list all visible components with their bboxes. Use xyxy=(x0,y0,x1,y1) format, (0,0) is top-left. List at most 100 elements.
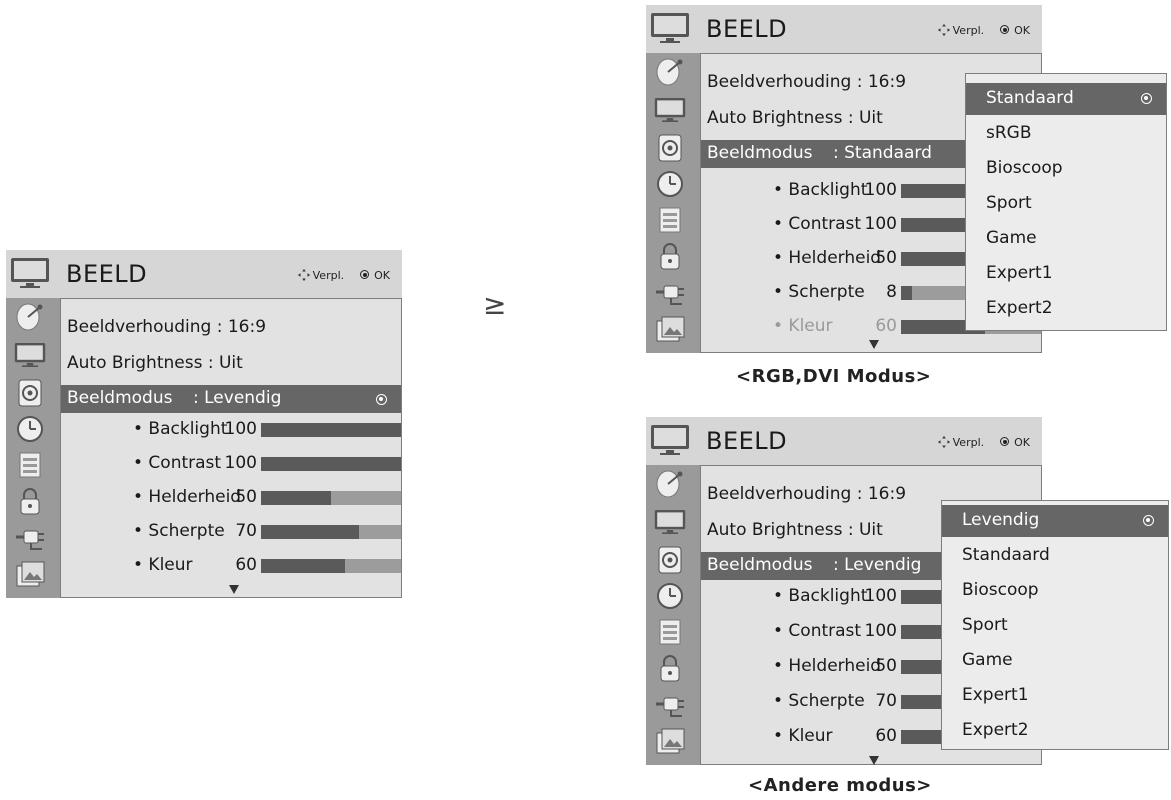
setting-row[interactable]: • Kleur 60 xyxy=(61,555,401,577)
auto-brightness-value: : Uit xyxy=(847,520,883,540)
lock-icon[interactable] xyxy=(654,241,686,271)
tv-picture-icon[interactable] xyxy=(654,95,686,125)
dropdown-option[interactable]: Sport xyxy=(966,188,1166,220)
setting-value: 60 xyxy=(875,316,897,336)
dropdown-option-label: Sport xyxy=(986,193,1032,213)
radio-icon xyxy=(376,394,387,405)
dropdown-option-label: Bioscoop xyxy=(962,580,1039,600)
dropdown-option[interactable]: Expert2 xyxy=(966,293,1166,325)
auto-brightness-item[interactable]: Auto Brightness : Uit xyxy=(707,108,883,128)
dropdown-option[interactable]: Expert1 xyxy=(966,258,1166,290)
dropdown-option[interactable]: Standaard xyxy=(942,540,1168,572)
aspect-ratio-item[interactable]: Beeldverhouding : 16:9 xyxy=(707,484,906,504)
tv-picture-icon xyxy=(650,11,690,45)
setting-row[interactable]: • Contrast 100 xyxy=(61,453,401,475)
audio-speaker-icon[interactable] xyxy=(14,378,46,408)
setting-level-bar[interactable] xyxy=(261,525,401,539)
option-box-icon[interactable] xyxy=(654,205,686,235)
aspect-ratio-item[interactable]: Beeldverhouding : 16:9 xyxy=(707,72,906,92)
setting-row[interactable]: • Helderheid 50 xyxy=(61,487,401,509)
setting-value: 100 xyxy=(864,586,897,606)
clock-icon[interactable] xyxy=(654,169,686,199)
setting-level-bar[interactable] xyxy=(261,491,401,505)
clock-icon[interactable] xyxy=(14,414,46,444)
dropdown-option-label: Expert2 xyxy=(962,720,1029,740)
tv-picture-icon[interactable] xyxy=(654,507,686,537)
scroll-down-arrow-icon[interactable] xyxy=(869,756,879,765)
dropdown-option-label: Expert1 xyxy=(986,263,1053,283)
ok-radio-icon xyxy=(359,270,369,279)
lock-icon[interactable] xyxy=(654,653,686,683)
auto-brightness-item[interactable]: Auto Brightness : Uit xyxy=(67,353,243,373)
setting-name: • Contrast xyxy=(773,214,862,234)
setting-value: 100 xyxy=(864,180,897,200)
tv-picture-icon xyxy=(10,256,50,290)
clock-icon[interactable] xyxy=(654,581,686,611)
dropdown-option[interactable]: Expert2 xyxy=(942,715,1168,747)
picture-mode-label: Beeldmodus xyxy=(707,555,813,575)
picture-mode-item[interactable]: Beeldmodus : Levendig xyxy=(61,385,401,413)
picture-mode-dropdown[interactable]: Standaard sRGB Bioscoop Sport Game Expert1 Exp… xyxy=(965,73,1167,331)
setting-level-fill xyxy=(261,423,401,437)
caption-rgb: <RGB,DVI Modus> xyxy=(736,366,932,387)
input-plug-icon[interactable] xyxy=(654,277,686,307)
audio-speaker-icon[interactable] xyxy=(654,133,686,163)
ok-radio-icon xyxy=(999,437,1009,446)
dropdown-option[interactable]: Bioscoop xyxy=(942,575,1168,607)
setting-name: • Contrast xyxy=(133,453,222,473)
tv-picture-icon xyxy=(650,423,690,457)
aspect-ratio-item[interactable]: Beeldverhouding : 16:9 xyxy=(67,317,266,337)
setting-level-bar[interactable] xyxy=(261,559,401,573)
auto-brightness-label: Auto Brightness xyxy=(67,353,203,373)
arrow-symbol: ≥ xyxy=(483,288,507,321)
sidebar xyxy=(646,465,700,765)
dropdown-option[interactable]: Expert1 xyxy=(942,680,1168,712)
satellite-dish-icon[interactable] xyxy=(654,57,686,87)
setting-level-bar[interactable] xyxy=(261,423,401,437)
osd-menu-left: BEELD Verpl. OK Beeldverhouding : 16:9 A… xyxy=(6,250,402,598)
dropdown-option[interactable]: Bioscoop xyxy=(966,153,1166,185)
dropdown-option[interactable]: Sport xyxy=(942,610,1168,642)
photo-media-icon[interactable] xyxy=(654,315,686,345)
satellite-dish-icon[interactable] xyxy=(14,302,46,332)
photo-media-icon[interactable] xyxy=(14,560,46,590)
setting-value: 70 xyxy=(235,521,257,541)
dropdown-option-label: Game xyxy=(986,228,1037,248)
setting-level-fill xyxy=(261,525,359,539)
menu-title: BEELD xyxy=(706,427,788,455)
option-box-icon[interactable] xyxy=(14,450,46,480)
move-arrows-icon xyxy=(937,23,951,37)
setting-value: 60 xyxy=(235,555,257,575)
nav-hint: Verpl. OK xyxy=(937,435,1030,449)
setting-row[interactable]: • Scherpte 70 xyxy=(61,521,401,543)
dropdown-option[interactable]: Game xyxy=(942,645,1168,677)
dropdown-option[interactable]: sRGB xyxy=(966,118,1166,150)
audio-speaker-icon[interactable] xyxy=(654,545,686,575)
auto-brightness-item[interactable]: Auto Brightness : Uit xyxy=(707,520,883,540)
input-plug-icon[interactable] xyxy=(654,689,686,719)
nav-label: Verpl. xyxy=(952,24,985,37)
scroll-down-arrow-icon[interactable] xyxy=(869,340,879,349)
dropdown-option[interactable]: Game xyxy=(966,223,1166,255)
input-plug-icon[interactable] xyxy=(14,522,46,552)
dropdown-option[interactable]: Standaard xyxy=(966,83,1166,115)
menu-panel: Beeldverhouding : 16:9 Auto Brightness :… xyxy=(60,298,402,598)
dropdown-option-label: Levendig xyxy=(962,510,1040,530)
dropdown-option[interactable]: Levendig xyxy=(942,505,1168,537)
radio-icon xyxy=(1143,515,1154,526)
scroll-down-arrow-icon[interactable] xyxy=(229,585,239,594)
dropdown-option-label: sRGB xyxy=(986,123,1032,143)
menu-title: BEELD xyxy=(706,15,788,43)
setting-value: 70 xyxy=(875,691,897,711)
option-box-icon[interactable] xyxy=(654,617,686,647)
dropdown-option-label: Standaard xyxy=(962,545,1050,565)
tv-picture-icon[interactable] xyxy=(14,340,46,370)
dropdown-option-label: Expert2 xyxy=(986,298,1053,318)
picture-mode-dropdown[interactable]: Levendig Standaard Bioscoop Sport Game Expert… xyxy=(941,500,1169,750)
lock-icon[interactable] xyxy=(14,486,46,516)
auto-brightness-value: : Uit xyxy=(847,108,883,128)
setting-row[interactable]: • Backlight 100 xyxy=(61,419,401,441)
setting-level-bar[interactable] xyxy=(261,457,401,471)
satellite-dish-icon[interactable] xyxy=(654,469,686,499)
photo-media-icon[interactable] xyxy=(654,727,686,757)
